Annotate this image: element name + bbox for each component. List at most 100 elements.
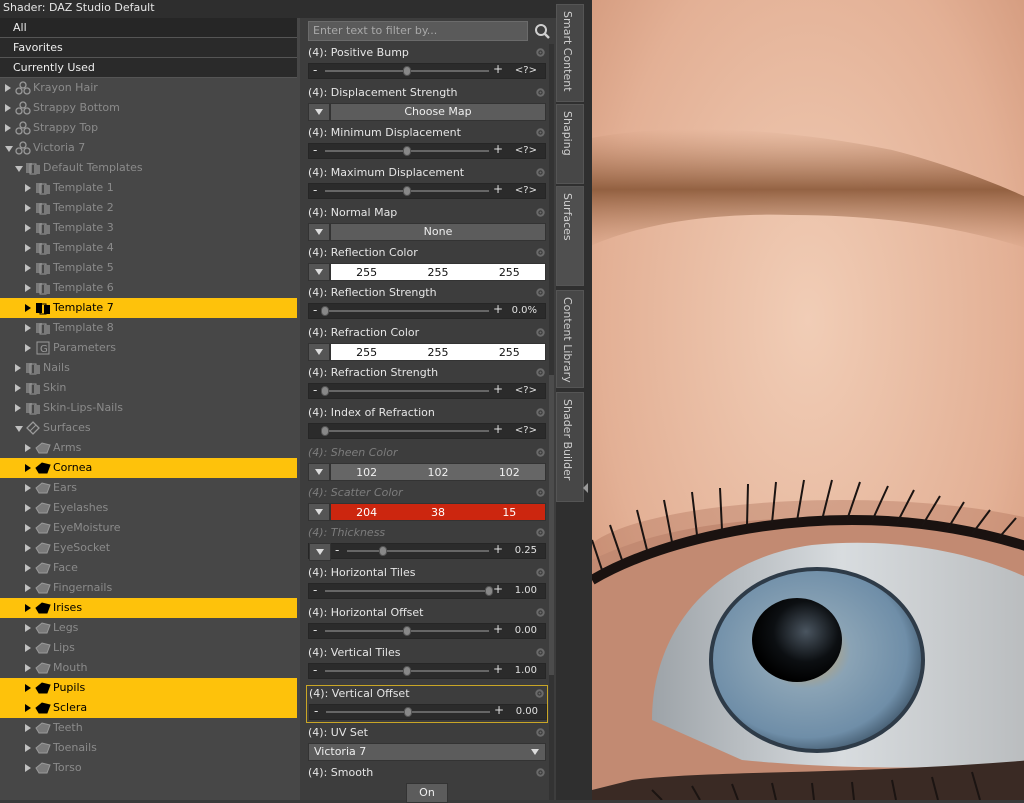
increment-button[interactable]: +: [493, 422, 503, 436]
slider-knob[interactable]: [403, 186, 411, 196]
gear-icon[interactable]: [535, 767, 546, 778]
decrement-button[interactable]: -: [313, 63, 317, 77]
tab-shaping[interactable]: Shaping: [556, 104, 584, 184]
smooth-toggle-button[interactable]: On: [406, 783, 448, 803]
slider-value[interactable]: <?>: [515, 64, 537, 78]
category-all[interactable]: All: [0, 18, 297, 38]
value-slider[interactable]: - +1.00: [308, 582, 546, 599]
expand-right-icon[interactable]: [25, 764, 31, 772]
tree-item-skin-lips-nails[interactable]: Skin-Lips-Nails: [0, 398, 297, 418]
gear-icon[interactable]: [535, 207, 546, 218]
green-value[interactable]: 255: [402, 344, 473, 360]
decrement-button[interactable]: -: [313, 143, 317, 157]
property-index-of-refraction[interactable]: (4): Index of Refraction + <?>: [306, 405, 548, 443]
slider-track[interactable]: [325, 430, 489, 432]
increment-button[interactable]: +: [493, 62, 503, 76]
slider-value[interactable]: <?>: [515, 184, 537, 198]
value-slider[interactable]: + <?>: [308, 422, 546, 439]
tree-item-strappy-top[interactable]: Strappy Top: [0, 118, 297, 138]
tree-item-cornea[interactable]: Cornea: [0, 458, 297, 478]
slider-track[interactable]: [325, 390, 489, 392]
slider-track[interactable]: [325, 590, 489, 592]
increment-button[interactable]: +: [494, 703, 504, 717]
expand-right-icon[interactable]: [25, 624, 31, 632]
property-thickness[interactable]: (4): Thickness - +0.25: [306, 525, 548, 563]
expand-right-icon[interactable]: [5, 104, 11, 112]
expand-right-icon[interactable]: [25, 464, 31, 472]
gear-icon[interactable]: [535, 287, 546, 298]
value-slider[interactable]: - +0.00: [309, 703, 547, 720]
tree-item-legs[interactable]: Legs: [0, 618, 297, 638]
category-favorites[interactable]: Favorites: [0, 38, 297, 58]
expand-right-icon[interactable]: [25, 544, 31, 552]
tree-item-irises[interactable]: Irises: [0, 598, 297, 618]
slider-track[interactable]: [325, 310, 489, 312]
expand-right-icon[interactable]: [25, 504, 31, 512]
value-slider[interactable]: - + <?>: [308, 62, 546, 79]
slider-knob[interactable]: [403, 66, 411, 76]
expand-right-icon[interactable]: [25, 264, 31, 272]
filter-input[interactable]: Enter text to filter by...: [308, 21, 528, 41]
expand-right-icon[interactable]: [25, 304, 31, 312]
slider-value[interactable]: <?>: [515, 144, 537, 158]
gear-icon[interactable]: [535, 647, 546, 658]
value-slider[interactable]: - +0.0%: [308, 302, 546, 319]
slider-value[interactable]: 1.00: [515, 664, 537, 678]
expand-right-icon[interactable]: [25, 244, 31, 252]
expand-right-icon[interactable]: [25, 664, 31, 672]
tree-item-ears[interactable]: Ears: [0, 478, 297, 498]
slider-knob[interactable]: [485, 586, 493, 596]
tree-item-skin[interactable]: Skin: [0, 378, 297, 398]
tree-item-template-8[interactable]: Template 8: [0, 318, 297, 338]
collapse-arrow-icon[interactable]: [580, 478, 590, 498]
slider-value[interactable]: 0.0%: [512, 304, 537, 318]
expand-right-icon[interactable]: [25, 704, 31, 712]
decrement-button[interactable]: -: [313, 583, 317, 597]
tree-item-template-6[interactable]: Template 6: [0, 278, 297, 298]
value-slider[interactable]: - +0.25: [308, 542, 546, 561]
tree-item-teeth[interactable]: Teeth: [0, 718, 297, 738]
uv-set-select[interactable]: Victoria 7: [308, 743, 546, 761]
value-slider[interactable]: - + <?>: [308, 382, 546, 399]
tree-item-template-4[interactable]: Template 4: [0, 238, 297, 258]
color-swatch[interactable]: 204 38 15: [330, 503, 546, 521]
slider-knob[interactable]: [404, 707, 412, 717]
tree-item-eyelashes[interactable]: Eyelashes: [0, 498, 297, 518]
expand-right-icon[interactable]: [25, 484, 31, 492]
gear-icon[interactable]: [535, 87, 546, 98]
slider-knob[interactable]: [403, 146, 411, 156]
tree-item-strappy-bottom[interactable]: Strappy Bottom: [0, 98, 297, 118]
expand-right-icon[interactable]: [25, 284, 31, 292]
decrement-button[interactable]: -: [313, 623, 317, 637]
tree-item-mouth[interactable]: Mouth: [0, 658, 297, 678]
expand-down-icon[interactable]: [5, 146, 13, 152]
tree-item-template-2[interactable]: Template 2: [0, 198, 297, 218]
property-displacement-strength[interactable]: (4): Displacement Strength Choose Map: [306, 85, 548, 123]
blue-value[interactable]: 255: [474, 344, 545, 360]
red-value[interactable]: 255: [331, 344, 402, 360]
slider-value[interactable]: 1.00: [515, 584, 537, 598]
gear-icon[interactable]: [535, 607, 546, 618]
tab-content-library[interactable]: Content Library: [556, 290, 584, 388]
tree-item-template-3[interactable]: Template 3: [0, 218, 297, 238]
expand-right-icon[interactable]: [25, 344, 31, 352]
property-horizontal-offset[interactable]: (4): Horizontal Offset - +0.00: [306, 605, 548, 643]
chevron-down-icon[interactable]: [308, 463, 330, 481]
value-slider[interactable]: - + <?>: [308, 142, 546, 159]
property-uv-set[interactable]: (4): UV Set Victoria 7: [306, 725, 548, 763]
tree-item-arms[interactable]: Arms: [0, 438, 297, 458]
slider-knob[interactable]: [403, 626, 411, 636]
increment-button[interactable]: +: [493, 662, 503, 676]
slider-value[interactable]: 0.00: [516, 705, 538, 719]
color-swatch[interactable]: 255 255 255: [330, 343, 546, 361]
property-refraction-color[interactable]: (4): Refraction Color 255 255 255: [306, 325, 548, 363]
tree-item-lips[interactable]: Lips: [0, 638, 297, 658]
gear-icon[interactable]: [535, 487, 546, 498]
property-sheen-color[interactable]: (4): Sheen Color 102 102 102: [306, 445, 548, 483]
chevron-down-icon[interactable]: [308, 343, 330, 361]
expand-right-icon[interactable]: [15, 364, 21, 372]
red-value[interactable]: 204: [331, 504, 402, 520]
gear-icon[interactable]: [535, 447, 546, 458]
expand-right-icon[interactable]: [25, 644, 31, 652]
expand-right-icon[interactable]: [25, 584, 31, 592]
